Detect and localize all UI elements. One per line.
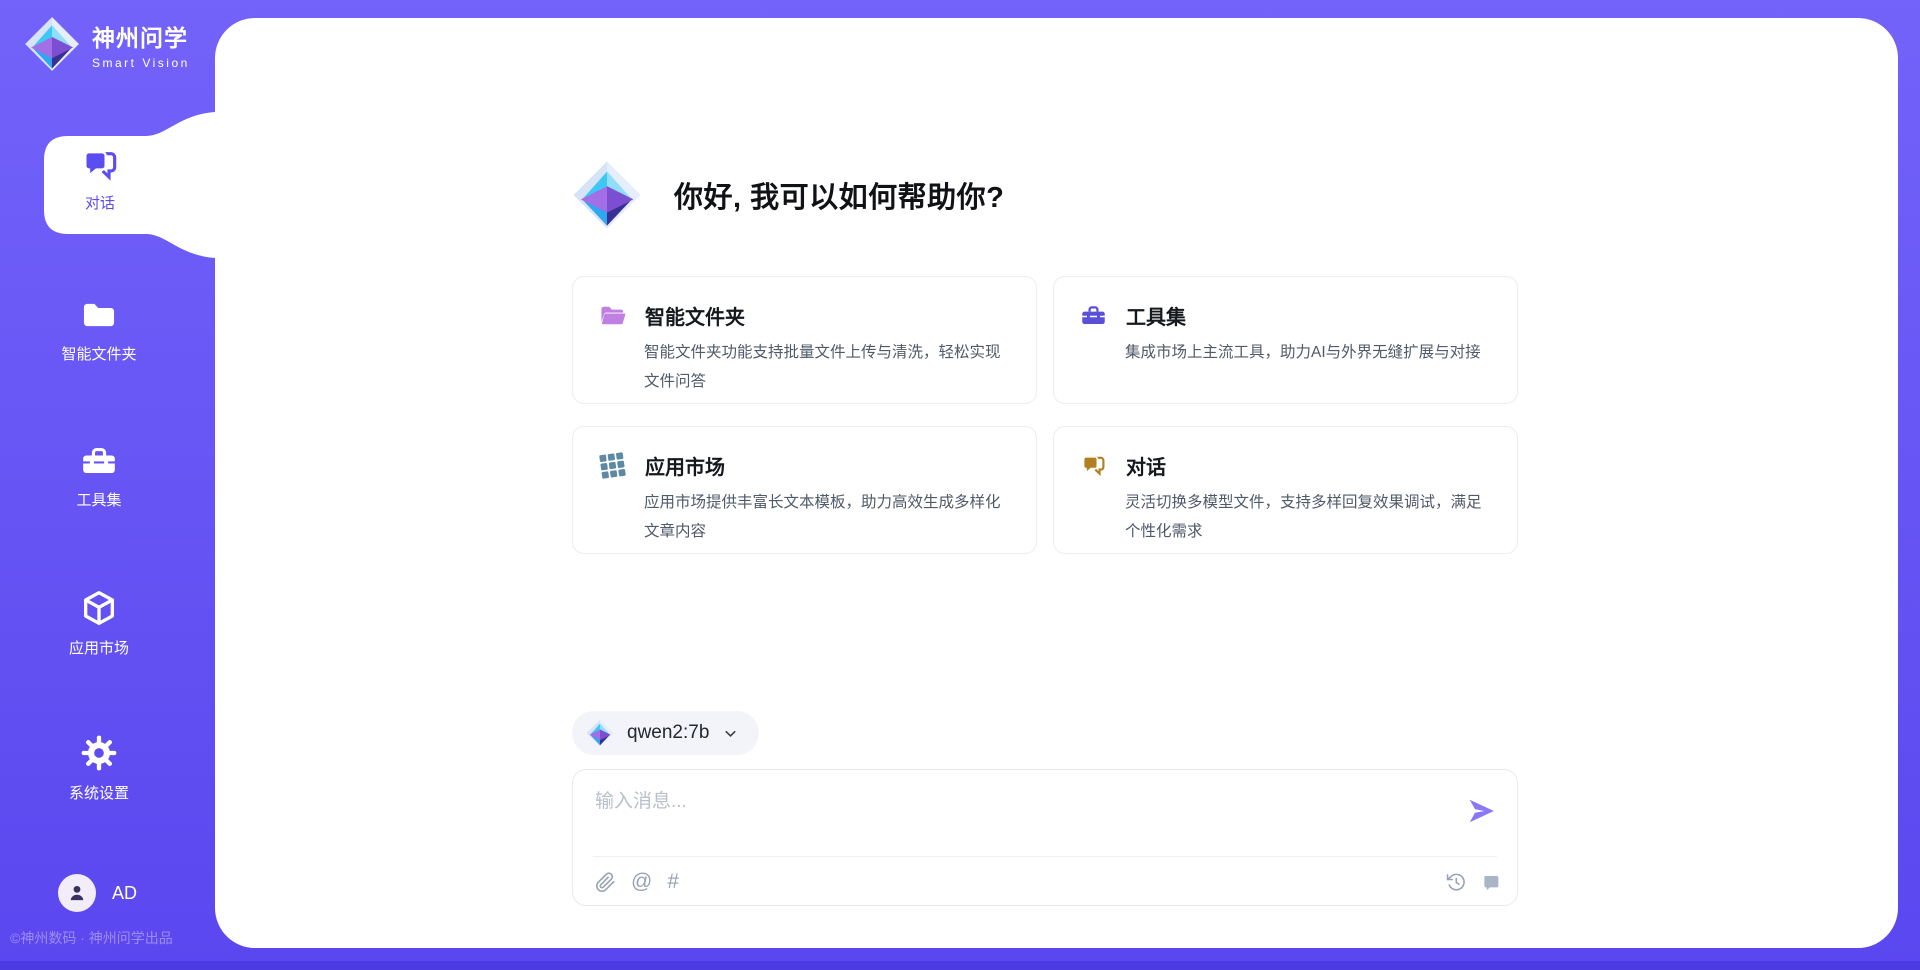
model-selector[interactable]: qwen2:7b: [572, 711, 759, 755]
sidebar-item-chat[interactable]: 对话: [44, 145, 156, 213]
avatar: [58, 874, 96, 912]
card-description: 集成市场上主流工具，助力AI与外界无缝扩展与对接: [1125, 338, 1491, 367]
sidebar-item-settings[interactable]: 系统设置: [0, 733, 198, 803]
composer-actions: @ #: [595, 865, 1501, 899]
sidebar-item-label: 工具集: [76, 489, 121, 510]
sidebar-item-label: 系统设置: [69, 782, 129, 803]
gear-icon: [79, 733, 119, 773]
folder-icon: [80, 296, 118, 334]
sidebar-item-toolset[interactable]: 工具集: [0, 442, 198, 510]
sidebar-item-label: 对话: [85, 192, 115, 213]
bottom-edge-bar: [0, 961, 1920, 970]
card-app-market[interactable]: 应用市场 应用市场提供丰富长文本模板，助力高效生成多样化文章内容: [572, 426, 1037, 554]
message-composer: @ #: [572, 769, 1518, 906]
card-toolset[interactable]: 工具集 集成市场上主流工具，助力AI与外界无缝扩展与对接: [1053, 276, 1518, 404]
composer-divider: [593, 856, 1497, 857]
card-title: 对话: [1126, 451, 1166, 480]
brand-title: 神州问学: [92, 19, 190, 53]
grid-icon: [599, 452, 626, 479]
sidebar-item-label: 应用市场: [69, 637, 129, 658]
card-chat[interactable]: 对话 灵活切换多模型文件，支持多样回复效果调试，满足个性化需求: [1053, 426, 1518, 554]
feature-cards: 智能文件夹 智能文件夹功能支持批量文件上传与清洗，轻松实现文件问答: [572, 276, 1518, 554]
chat-icon: [80, 145, 120, 185]
sidebar-item-smart-folder[interactable]: 智能文件夹: [0, 296, 198, 364]
person-icon: [71, 886, 83, 900]
model-name: qwen2:7b: [627, 722, 709, 744]
attach-file-icon[interactable]: [595, 872, 616, 893]
main-panel: 你好, 我可以如何帮助你? 智能文件夹 智能文件夹功能支持批量文件上传与清洗，轻…: [215, 18, 1898, 948]
toolbox-icon: [1080, 302, 1107, 329]
card-smart-folder[interactable]: 智能文件夹 智能文件夹功能支持批量文件上传与清洗，轻松实现文件问答: [572, 276, 1037, 404]
greeting-gem-logo: [572, 160, 642, 230]
history-icon[interactable]: [1445, 871, 1467, 893]
brand-gem-logo: [24, 16, 80, 72]
sidebar-footer: ©神州数码 · 神州问学出品: [10, 928, 173, 948]
sidebar-item-app-market[interactable]: 应用市场: [0, 588, 198, 658]
greeting: 你好, 我可以如何帮助你?: [572, 160, 1004, 230]
sidebar-item-label: 智能文件夹: [61, 343, 136, 364]
chevron-down-icon: [722, 725, 739, 742]
user-name: AD: [112, 883, 137, 904]
greeting-title: 你好, 我可以如何帮助你?: [674, 174, 1004, 216]
cube-icon: [79, 588, 119, 628]
chat-icon: [1080, 452, 1107, 479]
card-title: 应用市场: [645, 451, 725, 480]
card-description: 应用市场提供丰富长文本模板，助力高效生成多样化文章内容: [644, 488, 1010, 546]
user-account[interactable]: AD: [58, 874, 137, 912]
message-bubble-icon[interactable]: [1480, 872, 1501, 893]
model-gem-logo: [586, 719, 614, 747]
toolbox-icon: [80, 442, 118, 480]
message-input[interactable]: [593, 784, 1447, 846]
send-button[interactable]: [1467, 796, 1497, 826]
card-description: 灵活切换多模型文件，支持多样回复效果调试，满足个性化需求: [1125, 488, 1491, 546]
folder-open-icon: [599, 302, 626, 329]
card-title: 工具集: [1126, 301, 1186, 330]
brand-subtitle: Smart Vision: [92, 56, 190, 70]
brand: 神州问学 Smart Vision: [24, 16, 190, 72]
card-title: 智能文件夹: [645, 301, 745, 330]
card-description: 智能文件夹功能支持批量文件上传与清洗，轻松实现文件问答: [644, 338, 1010, 396]
